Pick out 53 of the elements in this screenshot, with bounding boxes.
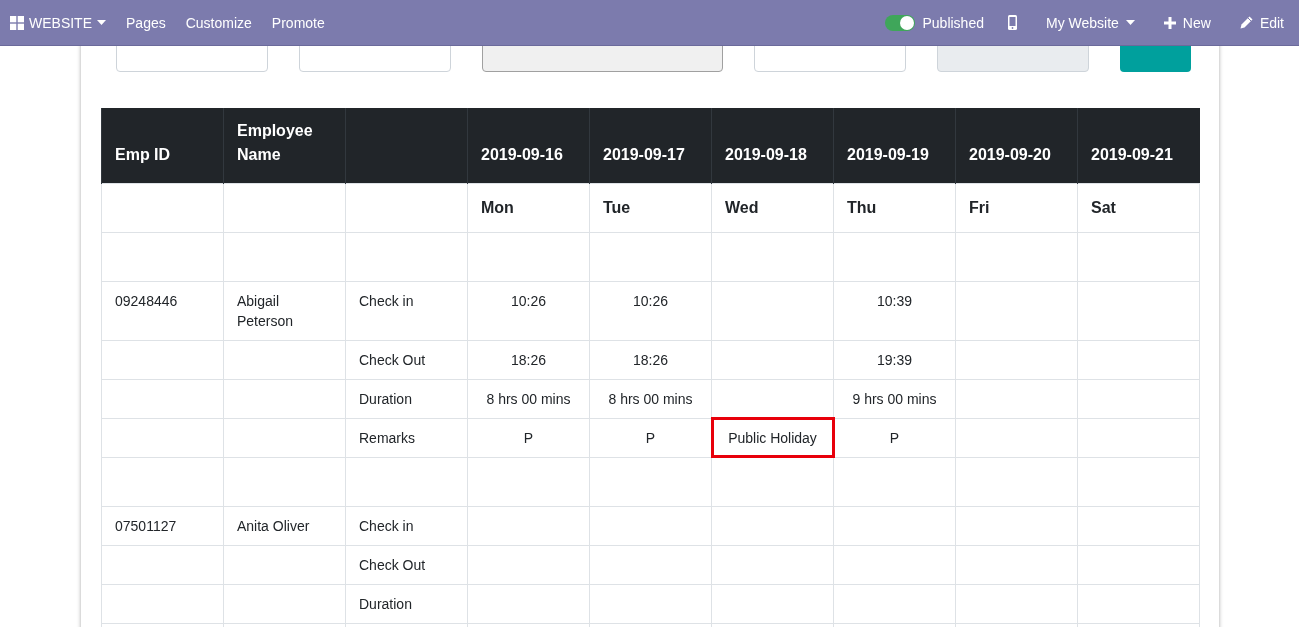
column-header: 2019-09-18 xyxy=(711,108,834,183)
grid-icon xyxy=(10,15,24,30)
plus-icon xyxy=(1163,16,1176,29)
column-header: Employee Name xyxy=(223,108,346,183)
new-button[interactable]: New xyxy=(1163,14,1211,31)
table-cell: Abigail Peterson xyxy=(223,281,346,340)
table-cell: 07501127 xyxy=(101,506,224,545)
publish-toggle[interactable] xyxy=(885,14,916,31)
column-header: 2019-09-21 xyxy=(1077,108,1200,183)
day-cell: Thu xyxy=(833,183,956,232)
table-cell: 9 hrs 00 mins xyxy=(833,379,956,418)
column-header: 2019-09-20 xyxy=(955,108,1078,183)
table-cell: 8 hrs 00 mins xyxy=(467,379,590,418)
phone-icon xyxy=(1008,15,1017,30)
column-header: 2019-09-16 xyxy=(467,108,590,183)
nav-link[interactable]: Promote xyxy=(271,14,325,31)
mobile-preview-button[interactable] xyxy=(1008,15,1017,30)
table-cell: Duration xyxy=(345,584,468,623)
nav-link[interactable]: Customize xyxy=(185,14,252,31)
table-cell: 10:26 xyxy=(467,281,590,340)
column-header: Emp ID xyxy=(101,108,224,183)
table-cell: Remarks xyxy=(345,418,468,457)
day-cell: Tue xyxy=(589,183,712,232)
table-cell: P xyxy=(833,418,956,457)
column-header: 2019-09-17 xyxy=(589,108,712,183)
table-cell: P xyxy=(467,418,590,457)
table-cell: Anita Oliver xyxy=(223,506,346,545)
table-cell: Check in xyxy=(345,281,468,340)
day-cell: Sat xyxy=(1077,183,1200,232)
caret-icon xyxy=(1125,20,1135,25)
table-cell: 09248446 xyxy=(101,281,224,340)
publish-label: Published xyxy=(922,14,984,31)
caret-icon xyxy=(97,20,106,25)
column-header: 2019-09-19 xyxy=(833,108,956,183)
table-cell: 10:26 xyxy=(589,281,712,340)
table-cell: Public Holiday xyxy=(711,418,834,457)
table-cell: Duration xyxy=(345,379,468,418)
table-cell: 10:39 xyxy=(833,281,956,340)
table-cell: Check Out xyxy=(345,340,468,379)
day-cell: Fri xyxy=(955,183,1078,232)
edit-button[interactable]: Edit xyxy=(1239,14,1284,31)
day-cell: Wed xyxy=(711,183,834,232)
table-cell: 18:26 xyxy=(467,340,590,379)
day-cell: Mon xyxy=(467,183,590,232)
table-cell: 8 hrs 00 mins xyxy=(589,379,712,418)
table-cell: 19:39 xyxy=(833,340,956,379)
table-cell: Check Out xyxy=(345,545,468,584)
table-cell: Check in xyxy=(345,506,468,545)
website-menu-button[interactable]: My Website xyxy=(1046,14,1135,31)
pencil-icon xyxy=(1239,16,1253,29)
nav-link[interactable]: Pages xyxy=(126,14,166,31)
table-cell: 18:26 xyxy=(589,340,712,379)
app-menu-button[interactable]: WEBSITE xyxy=(10,14,106,31)
